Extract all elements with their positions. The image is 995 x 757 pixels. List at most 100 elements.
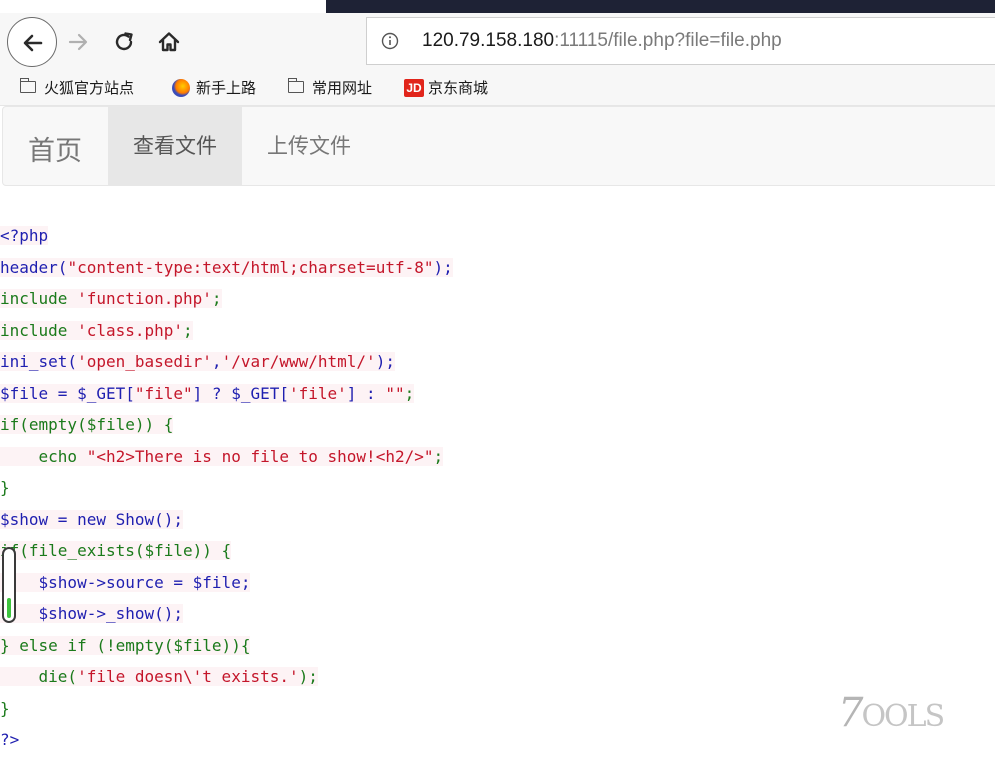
code-line: $file = $_GET["file"] ? $_GET['file'] : … (0, 378, 415, 409)
code-token: ; (211, 289, 222, 308)
code-token: echo (0, 446, 87, 466)
code-line: $show->source = $file; (0, 567, 251, 598)
code-line: ini_set('open_basedir','/var/www/html/')… (0, 346, 395, 377)
watermark-small: OOLS (861, 699, 945, 734)
bookmark-label: 新手上路 (196, 79, 257, 97)
code-line: header("content-type:text/html;charset=u… (0, 252, 453, 283)
url-host: 120.79.158.180 (422, 30, 555, 51)
code-line-content: echo "<h2>There is no file to show!<h2/>… (0, 446, 444, 466)
code-line-content: $file = $_GET["file"] ? $_GET['file'] : … (0, 383, 415, 403)
code-line: if(empty($file)) { (0, 409, 174, 440)
code-token: ] ? $_GET[ (192, 383, 289, 403)
code-token: '/var/www/html/' (221, 352, 376, 371)
nav-upload-file[interactable]: 上传文件 (244, 107, 374, 185)
watermark-big: 7 (838, 690, 863, 736)
bookmarks-toolbar: 火狐官方站点 新手上路 常用网址 JD 京东商城 (0, 71, 995, 106)
browser-toolbar: 120.79.158.180:11115/file.php?file=file.… (0, 13, 995, 71)
code-line: die('file doesn\'t exists.'); (0, 661, 318, 692)
code-token: ini_set( (0, 352, 78, 371)
code-line-content: $show = new Show(); (0, 509, 184, 529)
code-token: include (0, 289, 78, 308)
firefox-icon (172, 79, 190, 97)
code-line: $show = new Show(); (0, 504, 184, 535)
code-line-content: include 'function.php'; (0, 289, 222, 308)
code-token: ; (183, 320, 193, 340)
reload-button[interactable] (112, 30, 136, 54)
code-line-content: die('file doesn\'t exists.'); (0, 667, 318, 686)
info-icon[interactable] (381, 32, 399, 50)
code-token: ; (433, 446, 444, 466)
code-token: die( (0, 667, 78, 686)
code-token: if(empty($file)) { (0, 415, 174, 434)
arrow-left-icon (23, 34, 43, 52)
code-line: <?php (0, 220, 49, 251)
code-line-content: header("content-type:text/html;charset=u… (0, 257, 453, 277)
code-token: "<h2>There is no file to show!<h2/>" (86, 446, 434, 466)
folder-icon (287, 78, 304, 93)
scroll-indicator (2, 547, 16, 623)
code-line: ?> (0, 724, 19, 755)
code-line-content: } (0, 699, 10, 718)
home-button[interactable] (157, 30, 181, 54)
code-token: } (0, 478, 10, 497)
code-token: if(file_exists($file)) { (0, 541, 232, 560)
code-line-content: } (0, 478, 10, 497)
code-token: <?php (0, 226, 49, 245)
folder-icon (19, 78, 36, 93)
code-token: 'file' (288, 383, 347, 403)
code-token: "content-type:text/html;charset=utf-8" (67, 257, 434, 277)
code-token: ] : (346, 383, 386, 403)
code-line-content: } else if (!empty($file)){ (0, 635, 251, 655)
code-line: include 'function.php'; (0, 283, 222, 314)
code-line: echo "<h2>There is no file to show!<h2/>… (0, 441, 444, 472)
code-token: 'file doesn\'t exists.' (77, 667, 299, 686)
code-line: if(file_exists($file)) { (0, 535, 232, 566)
code-token: $show = new Show(); (0, 509, 184, 529)
code-line: } (0, 693, 10, 724)
code-line: } else if (!empty($file)){ (0, 630, 251, 661)
code-line-content: $show->_show(); (0, 604, 184, 623)
code-token: 'function.php' (77, 289, 212, 308)
scroll-indicator-fill (7, 598, 11, 618)
nav-view-file[interactable]: 查看文件 (108, 107, 242, 185)
code-line-content: ?> (0, 730, 19, 749)
bookmark-label: 常用网址 (312, 79, 373, 97)
code-token: 'open_basedir' (77, 352, 212, 371)
url-bar[interactable]: 120.79.158.180:11115/file.php?file=file.… (366, 17, 995, 65)
code-token: $show->_show(); (0, 604, 184, 623)
code-token: } else if (!empty($file)){ (0, 635, 251, 655)
code-line: } (0, 472, 10, 503)
code-token: ); (298, 667, 318, 686)
site-navbar: 首页 查看文件 上传文件 (2, 106, 995, 186)
url-text[interactable]: 120.79.158.180:11115/file.php?file=file.… (422, 30, 782, 52)
code-token: ; (404, 383, 415, 403)
back-button[interactable] (7, 17, 57, 67)
code-line-content: $show->source = $file; (0, 572, 251, 592)
code-token: , (211, 352, 222, 371)
code-line: include 'class.php'; (0, 315, 193, 346)
code-line-content: if(file_exists($file)) { (0, 541, 232, 560)
code-line-content: ini_set('open_basedir','/var/www/html/')… (0, 352, 395, 371)
code-token: ?> (0, 730, 20, 749)
watermark-logo: 7OOLS (838, 690, 945, 736)
code-line: $show->_show(); (0, 598, 184, 629)
code-token: ); (375, 352, 395, 371)
code-token: } (0, 698, 10, 718)
forward-button[interactable] (66, 30, 90, 54)
code-token: header( (0, 257, 68, 277)
code-token: include (0, 320, 78, 340)
site-brand[interactable]: 首页 (28, 129, 82, 168)
code-token: $file = $_GET[ (0, 383, 135, 403)
url-path: :11115/file.php?file=file.php (554, 30, 782, 51)
code-line-content: <?php (0, 226, 49, 245)
code-line-content: if(empty($file)) { (0, 415, 174, 434)
code-token: "" (385, 383, 405, 403)
jd-icon: JD (404, 79, 424, 97)
code-token: ); (433, 257, 453, 277)
code-token: 'class.php' (77, 320, 184, 340)
bookmark-label: 火狐官方站点 (44, 79, 135, 97)
code-token: $show->source = $file; (0, 572, 251, 592)
code-line-content: include 'class.php'; (0, 320, 193, 340)
window-top-strip (326, 0, 995, 13)
code-token: "file" (134, 383, 193, 403)
